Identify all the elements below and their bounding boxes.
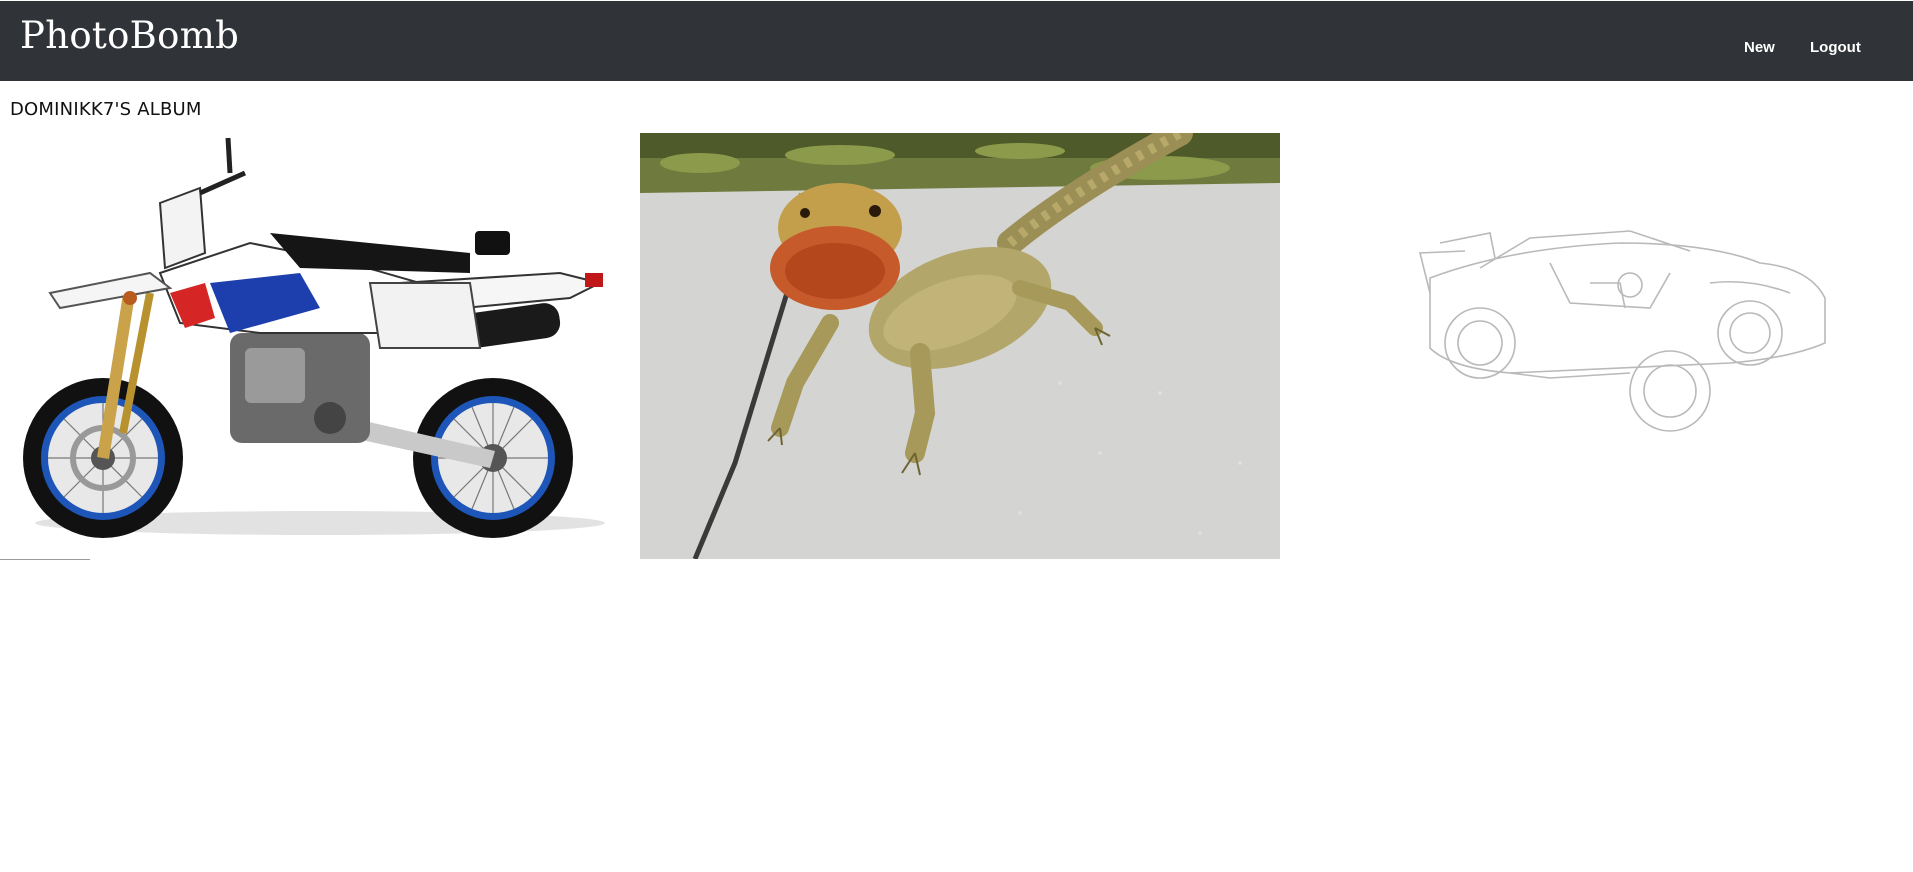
album-title: DOMINIKK7'S ALBUM — [10, 99, 202, 120]
top-navbar: PhotoBomb New Logout — [0, 0, 1913, 81]
new-link[interactable]: New — [1744, 40, 1775, 55]
photo-lizard[interactable] — [640, 133, 1280, 559]
brand-logo[interactable]: PhotoBomb — [20, 17, 239, 54]
photo-motorcycle[interactable] — [0, 133, 630, 559]
divider — [0, 559, 90, 560]
logout-link[interactable]: Logout — [1810, 40, 1861, 55]
photo-car-sketch[interactable] — [1290, 133, 1910, 559]
